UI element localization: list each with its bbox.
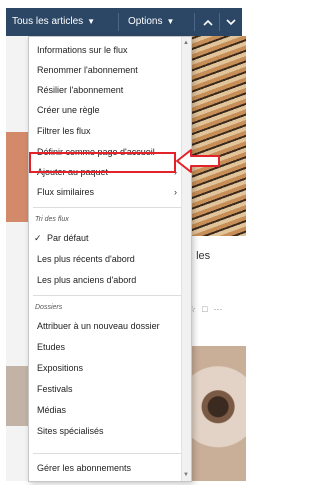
menu-item-sort-oldest[interactable]: Les plus anciens d'abord <box>37 271 136 289</box>
chevron-right-icon: › <box>174 187 177 197</box>
scroll-down-icon[interactable]: ▼ <box>183 472 189 478</box>
checkmark-icon: ✓ <box>34 233 42 243</box>
menu-item-filter-feeds[interactable]: Filtrer les flux <box>37 122 91 140</box>
article-action-icons[interactable]: ☆□⋯ <box>188 304 229 315</box>
scroll-up-icon[interactable]: ▲ <box>183 40 189 46</box>
options-dropdown[interactable]: Options ▼ <box>128 8 174 36</box>
options-menu: Informations sur le flux Renommer l'abon… <box>28 36 192 482</box>
menu-scrollbar[interactable]: ▲ ▼ <box>181 37 191 481</box>
annotation-arrow-icon <box>176 149 220 173</box>
section-label-folders: Dossiers <box>35 304 63 311</box>
article-title-fragment: : les <box>190 250 211 262</box>
article-image <box>184 346 246 481</box>
highlight-box <box>29 152 176 173</box>
toolbar-divider <box>194 13 195 31</box>
menu-divider <box>33 295 183 296</box>
article-preview-background: : les ☆□⋯ <box>184 36 246 481</box>
menu-divider <box>33 453 183 454</box>
top-toolbar: Tous les articles ▼ Options ▼ <box>6 8 242 36</box>
menu-item-sort-default[interactable]: Par défaut <box>47 229 89 247</box>
menu-item-folder-medias[interactable]: Médias <box>37 401 66 419</box>
chevron-down-icon: ▼ <box>87 17 96 26</box>
menu-item-folder-sites[interactable]: Sites spécialisés <box>37 422 104 440</box>
menu-item-folder-etudes[interactable]: Etudes <box>37 338 65 356</box>
menu-item-sort-newest[interactable]: Les plus récents d'abord <box>37 250 135 268</box>
chevron-up-icon <box>203 19 213 26</box>
chevron-down-icon <box>226 19 236 25</box>
previous-article-button[interactable] <box>198 8 218 36</box>
menu-item-create-rule[interactable]: Créer une règle <box>37 101 100 119</box>
menu-item-folder-festivals[interactable]: Festivals <box>37 380 73 398</box>
options-label: Options <box>128 16 163 27</box>
menu-item-unsubscribe[interactable]: Résilier l'abonnement <box>37 81 123 99</box>
menu-item-feed-info[interactable]: Informations sur le flux <box>37 41 128 59</box>
next-article-button[interactable] <box>221 8 241 36</box>
menu-item-folder-expositions[interactable]: Expositions <box>37 359 83 377</box>
menu-item-similar-feeds[interactable]: Flux similaires <box>37 183 94 201</box>
toolbar-divider <box>219 13 220 31</box>
menu-item-new-folder[interactable]: Attribuer à un nouveau dossier <box>37 317 160 335</box>
toolbar-divider <box>118 13 119 31</box>
section-label-sort: Tri des flux <box>35 216 69 223</box>
all-articles-label: Tous les articles <box>12 16 84 27</box>
chevron-down-icon: ▼ <box>166 17 175 26</box>
article-image <box>184 36 246 236</box>
all-articles-dropdown[interactable]: Tous les articles ▼ <box>12 8 95 36</box>
menu-item-rename-subscription[interactable]: Renommer l'abonnement <box>37 61 138 79</box>
menu-item-manage-subscriptions[interactable]: Gérer les abonnements <box>37 459 131 477</box>
menu-divider <box>33 207 183 208</box>
